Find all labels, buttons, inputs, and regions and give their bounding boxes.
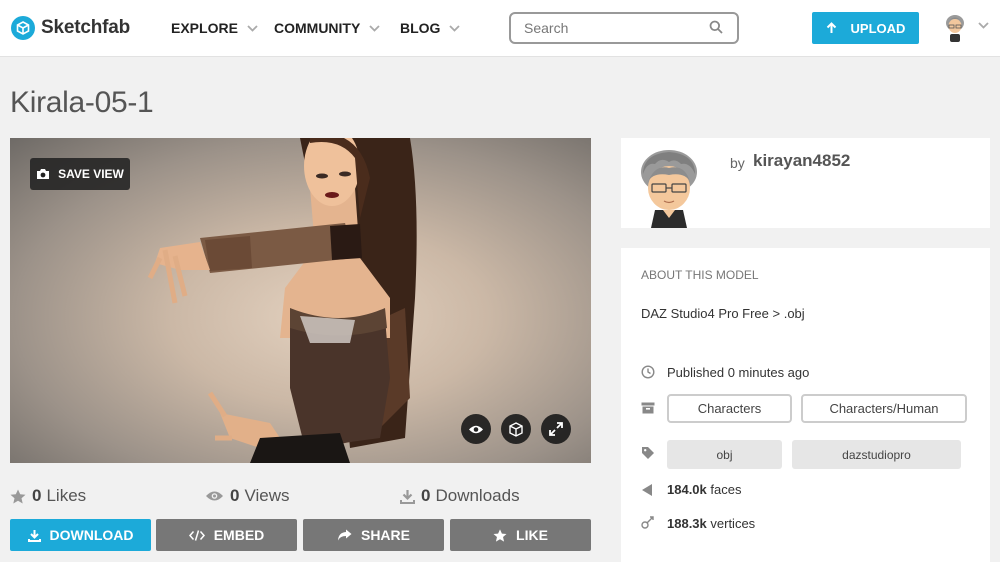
- vertices-count: 188.3k vertices: [667, 516, 755, 531]
- category-characters[interactable]: Characters: [667, 394, 792, 423]
- download-button-label: DOWNLOAD: [49, 527, 134, 543]
- chevron-down-icon: [449, 24, 461, 32]
- model-viewer[interactable]: SAVE VIEW: [10, 138, 591, 463]
- tag-dazstudiopro[interactable]: dazstudiopro: [792, 440, 961, 469]
- search-input[interactable]: [511, 14, 706, 42]
- downloads-label: Downloads: [435, 486, 520, 505]
- arrow-up-icon: [826, 22, 836, 33]
- fullscreen-button[interactable]: [541, 414, 571, 444]
- like-button-label: LIKE: [516, 527, 548, 543]
- sketchfab-logo[interactable]: Sketchfab: [11, 16, 130, 40]
- faces-value: 184.0k: [667, 482, 707, 497]
- author-card: by kirayan4852: [621, 138, 990, 228]
- vertices-value: 188.3k: [667, 516, 707, 531]
- chevron-down-icon: [369, 24, 380, 32]
- user-avatar[interactable]: [943, 13, 967, 43]
- save-view-button[interactable]: SAVE VIEW: [30, 158, 130, 190]
- category-icon: [641, 402, 655, 414]
- nav-blog-label: BLOG: [400, 20, 441, 36]
- nav-explore-label: EXPLORE: [171, 20, 238, 36]
- embed-button-label: EMBED: [213, 527, 265, 543]
- embed-button[interactable]: EMBED: [156, 519, 297, 551]
- code-icon: [188, 529, 205, 541]
- nav-explore[interactable]: EXPLORE: [171, 20, 258, 36]
- about-model-card: ABOUT THIS MODEL DAZ Studio4 Pro Free > …: [621, 248, 990, 562]
- like-button[interactable]: LIKE: [450, 519, 591, 551]
- save-view-label: SAVE VIEW: [58, 167, 124, 181]
- vertices-icon: [641, 516, 654, 529]
- fullscreen-icon: [549, 422, 563, 436]
- nav-blog[interactable]: BLOG: [400, 20, 461, 36]
- nav-community[interactable]: COMMUNITY: [274, 20, 380, 36]
- search-box: [509, 12, 739, 44]
- faces-icon: [642, 484, 652, 496]
- model-inspector-button[interactable]: [501, 414, 531, 444]
- downloads-count: 0: [421, 486, 431, 505]
- download-button[interactable]: DOWNLOAD: [10, 519, 151, 551]
- category-characters-human[interactable]: Characters/Human: [801, 394, 967, 423]
- vertices-label: vertices: [710, 516, 756, 531]
- views-stat: 0 Views: [205, 486, 290, 506]
- top-nav-bar: Sketchfab EXPLORE COMMUNITY BLOG UPLOAD: [0, 0, 1000, 57]
- search-icon[interactable]: [709, 20, 723, 34]
- upload-button-label: UPLOAD: [850, 20, 906, 36]
- cube-icon: [509, 421, 523, 437]
- upload-button[interactable]: UPLOAD: [812, 12, 919, 44]
- likes-stat: 0 Likes: [10, 486, 86, 506]
- share-button-label: SHARE: [360, 527, 410, 543]
- about-title: ABOUT THIS MODEL: [641, 268, 759, 282]
- chevron-down-icon[interactable]: [978, 22, 989, 29]
- author-avatar[interactable]: [635, 148, 703, 228]
- model-description: DAZ Studio4 Pro Free > .obj: [641, 306, 805, 321]
- by-label: by: [730, 155, 745, 171]
- star-icon: [493, 528, 507, 542]
- faces-count: 184.0k faces: [667, 482, 741, 497]
- download-icon: [27, 529, 41, 542]
- nav-community-label: COMMUNITY: [274, 20, 361, 36]
- chevron-down-icon: [247, 24, 258, 32]
- faces-label: faces: [710, 482, 742, 497]
- tag-obj[interactable]: obj: [667, 440, 782, 469]
- camera-icon: [37, 169, 50, 179]
- downloads-stat: 0 Downloads: [400, 486, 520, 506]
- share-button[interactable]: SHARE: [303, 519, 444, 551]
- views-count: 0: [230, 486, 240, 505]
- sketchfab-logo-icon: [11, 16, 35, 40]
- tag-icon: [642, 447, 654, 459]
- share-icon: [337, 529, 352, 541]
- views-label: Views: [244, 486, 290, 505]
- likes-count: 0: [32, 486, 42, 505]
- eye-icon: [206, 491, 223, 501]
- logo-text: Sketchfab: [41, 17, 131, 38]
- eye-icon: [469, 425, 483, 433]
- likes-label: Likes: [46, 486, 87, 505]
- model-title: Kirala-05-1: [10, 86, 154, 119]
- author-name-link[interactable]: kirayan4852: [753, 151, 850, 171]
- view-mode-button[interactable]: [461, 414, 491, 444]
- published-date: Published 0 minutes ago: [667, 365, 810, 380]
- star-icon: [10, 489, 26, 503]
- clock-icon: [641, 365, 655, 379]
- download-icon: [400, 489, 415, 504]
